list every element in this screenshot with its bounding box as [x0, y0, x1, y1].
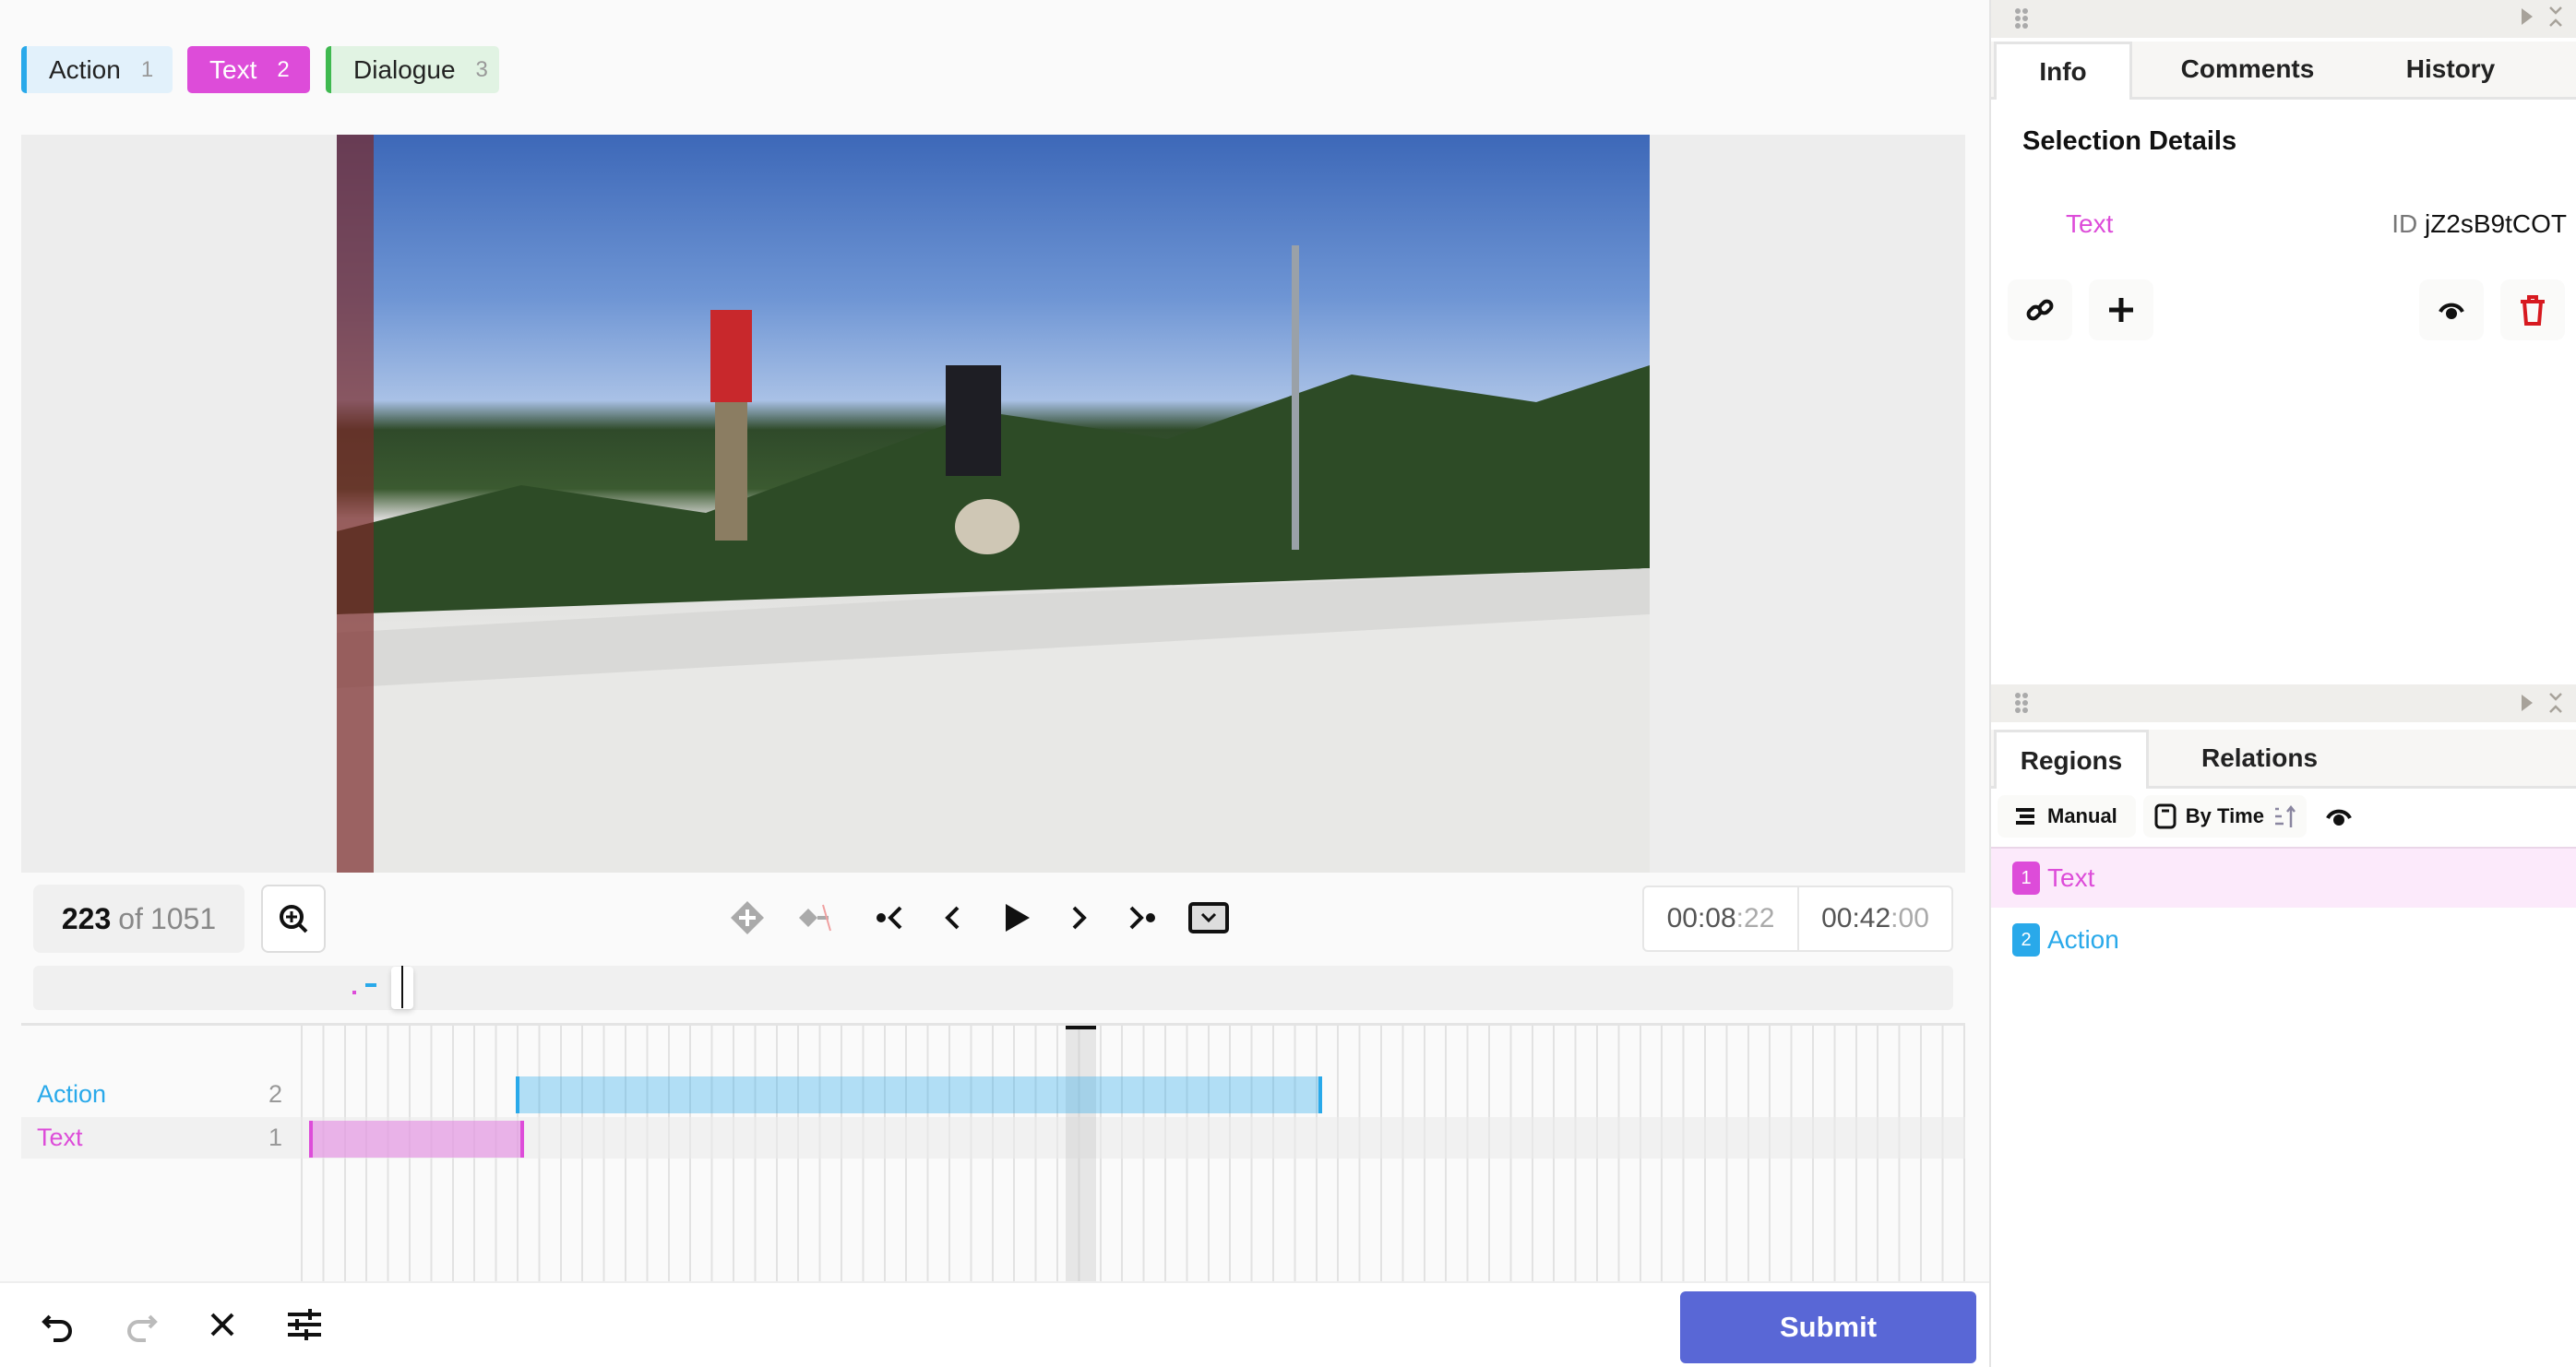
link-button[interactable] — [2008, 279, 2072, 340]
id-prefix: ID — [2391, 209, 2418, 238]
regions-panel-header[interactable] — [1991, 684, 2576, 722]
label-name: Dialogue — [353, 54, 456, 84]
region-index-badge: 2 — [2012, 923, 2040, 957]
playhead[interactable] — [1066, 1026, 1096, 1281]
redo-icon[interactable] — [124, 1307, 159, 1342]
tab-history[interactable]: History — [2363, 42, 2538, 97]
region-item-action[interactable]: 2 Action — [1991, 909, 2576, 970]
expand-icon[interactable] — [2521, 7, 2534, 26]
eye-icon[interactable] — [2325, 805, 2353, 827]
list-icon — [2016, 808, 2034, 825]
id-value: jZ2sB9tCOT — [2424, 209, 2567, 238]
collapse-icon[interactable] — [2548, 692, 2563, 714]
total-frames: 1051 — [149, 901, 217, 935]
sort-by-time-button[interactable]: By Time — [2142, 795, 2307, 838]
previous-frame-icon[interactable] — [937, 902, 969, 933]
video-frame[interactable] — [337, 135, 1650, 873]
timeline-bar-action[interactable] — [516, 1076, 1322, 1113]
frame-counter: 223 of 1051 — [33, 885, 244, 953]
time-main: 00:42 — [1821, 903, 1891, 933]
seeker-handle[interactable] — [391, 966, 413, 1009]
zoom-in-button[interactable] — [261, 885, 326, 953]
next-keyframe-icon[interactable] — [1126, 902, 1157, 933]
label-chip-text[interactable]: Text 2 — [187, 46, 310, 93]
region-id: ID jZ2sB9tCOT — [2391, 209, 2567, 239]
tab-info[interactable]: Info — [1994, 42, 2132, 100]
region-label: Action — [2047, 925, 2119, 954]
label-hotkey: 3 — [475, 56, 488, 82]
delete-button[interactable] — [2500, 279, 2565, 340]
label-hotkey: 2 — [277, 56, 290, 82]
time-main: 00:08 — [1666, 903, 1736, 933]
footer-toolbar: Submit — [0, 1281, 1991, 1367]
delete-keyframe-icon[interactable] — [797, 899, 843, 936]
selected-region-label: Text — [2066, 209, 2114, 238]
region-item-text[interactable]: 1 Text — [1991, 847, 2576, 908]
row-count: 1 — [268, 1123, 282, 1151]
time-frac: :22 — [1735, 903, 1775, 933]
sort-manual-button[interactable]: Manual — [1998, 795, 2136, 838]
label-name: Text — [209, 54, 257, 84]
collapse-icon[interactable] — [2548, 6, 2563, 28]
settings-sliders-icon[interactable] — [286, 1307, 323, 1342]
eye-icon — [2439, 303, 2464, 319]
timeline-row-action[interactable]: Action 2 — [21, 1074, 298, 1115]
region-label: Text — [2047, 863, 2095, 892]
label-chip-dialogue[interactable]: Dialogue 3 — [326, 46, 499, 93]
add-button[interactable] — [2089, 279, 2153, 340]
current-time: 00:08:22 — [1642, 886, 1799, 952]
trash-icon — [2521, 295, 2545, 326]
toggle-timeline-icon[interactable] — [1188, 902, 1229, 933]
current-frame: 223 — [61, 901, 112, 935]
add-keyframe-icon[interactable] — [729, 899, 766, 936]
plus-icon — [2109, 298, 2133, 322]
time-frac: :00 — [1890, 903, 1929, 933]
sort-manual-label: Manual — [2047, 804, 2117, 827]
regions-tabs: Regions Relations — [1991, 730, 2576, 789]
duration: 00:42:00 — [1797, 886, 1953, 952]
undo-icon[interactable] — [41, 1307, 76, 1342]
sort-by-time-label: By Time — [2185, 804, 2264, 827]
region-index-badge: 1 — [2012, 862, 2040, 895]
timeline: Action 2 Text 1 — [21, 1023, 1965, 1281]
timeline-bar-text[interactable] — [309, 1121, 524, 1158]
info-tabs: Info Comments History — [1991, 42, 2576, 100]
sort-ascending-icon — [2274, 804, 2296, 827]
drag-handle-icon[interactable] — [2014, 7, 2029, 30]
selection-details-title: Selection Details — [2022, 126, 2237, 156]
visibility-button[interactable] — [2419, 279, 2484, 340]
seeker-region-text — [352, 991, 356, 994]
info-panel-header[interactable] — [1991, 0, 2576, 38]
tab-comments[interactable]: Comments — [2132, 42, 2363, 97]
previous-keyframe-icon[interactable] — [875, 902, 906, 933]
label-name: Action — [49, 54, 121, 84]
row-count: 2 — [268, 1080, 282, 1108]
submit-button[interactable]: Submit — [1680, 1291, 1976, 1363]
tab-relations[interactable]: Relations — [2149, 730, 2370, 786]
of-label: of — [118, 901, 143, 935]
zoom-in-icon — [280, 905, 308, 933]
row-label: Action — [37, 1080, 107, 1108]
label-chip-action[interactable]: Action 1 — [21, 46, 173, 93]
seeker-region-action — [365, 983, 376, 987]
expand-icon[interactable] — [2521, 694, 2534, 712]
video-scene — [337, 135, 1650, 873]
row-label: Text — [37, 1123, 83, 1151]
label-hotkey: 1 — [140, 56, 154, 82]
next-frame-icon[interactable] — [1063, 902, 1094, 933]
link-icon — [2026, 299, 2054, 321]
drag-handle-icon[interactable] — [2014, 692, 2029, 714]
play-icon[interactable] — [1000, 902, 1032, 933]
tab-regions[interactable]: Regions — [1994, 730, 2149, 789]
reset-icon[interactable] — [207, 1309, 238, 1340]
timeline-row-text[interactable]: Text 1 — [21, 1117, 298, 1159]
calendar-icon — [2154, 803, 2176, 829]
timeline-seeker[interactable] — [33, 966, 1953, 1010]
